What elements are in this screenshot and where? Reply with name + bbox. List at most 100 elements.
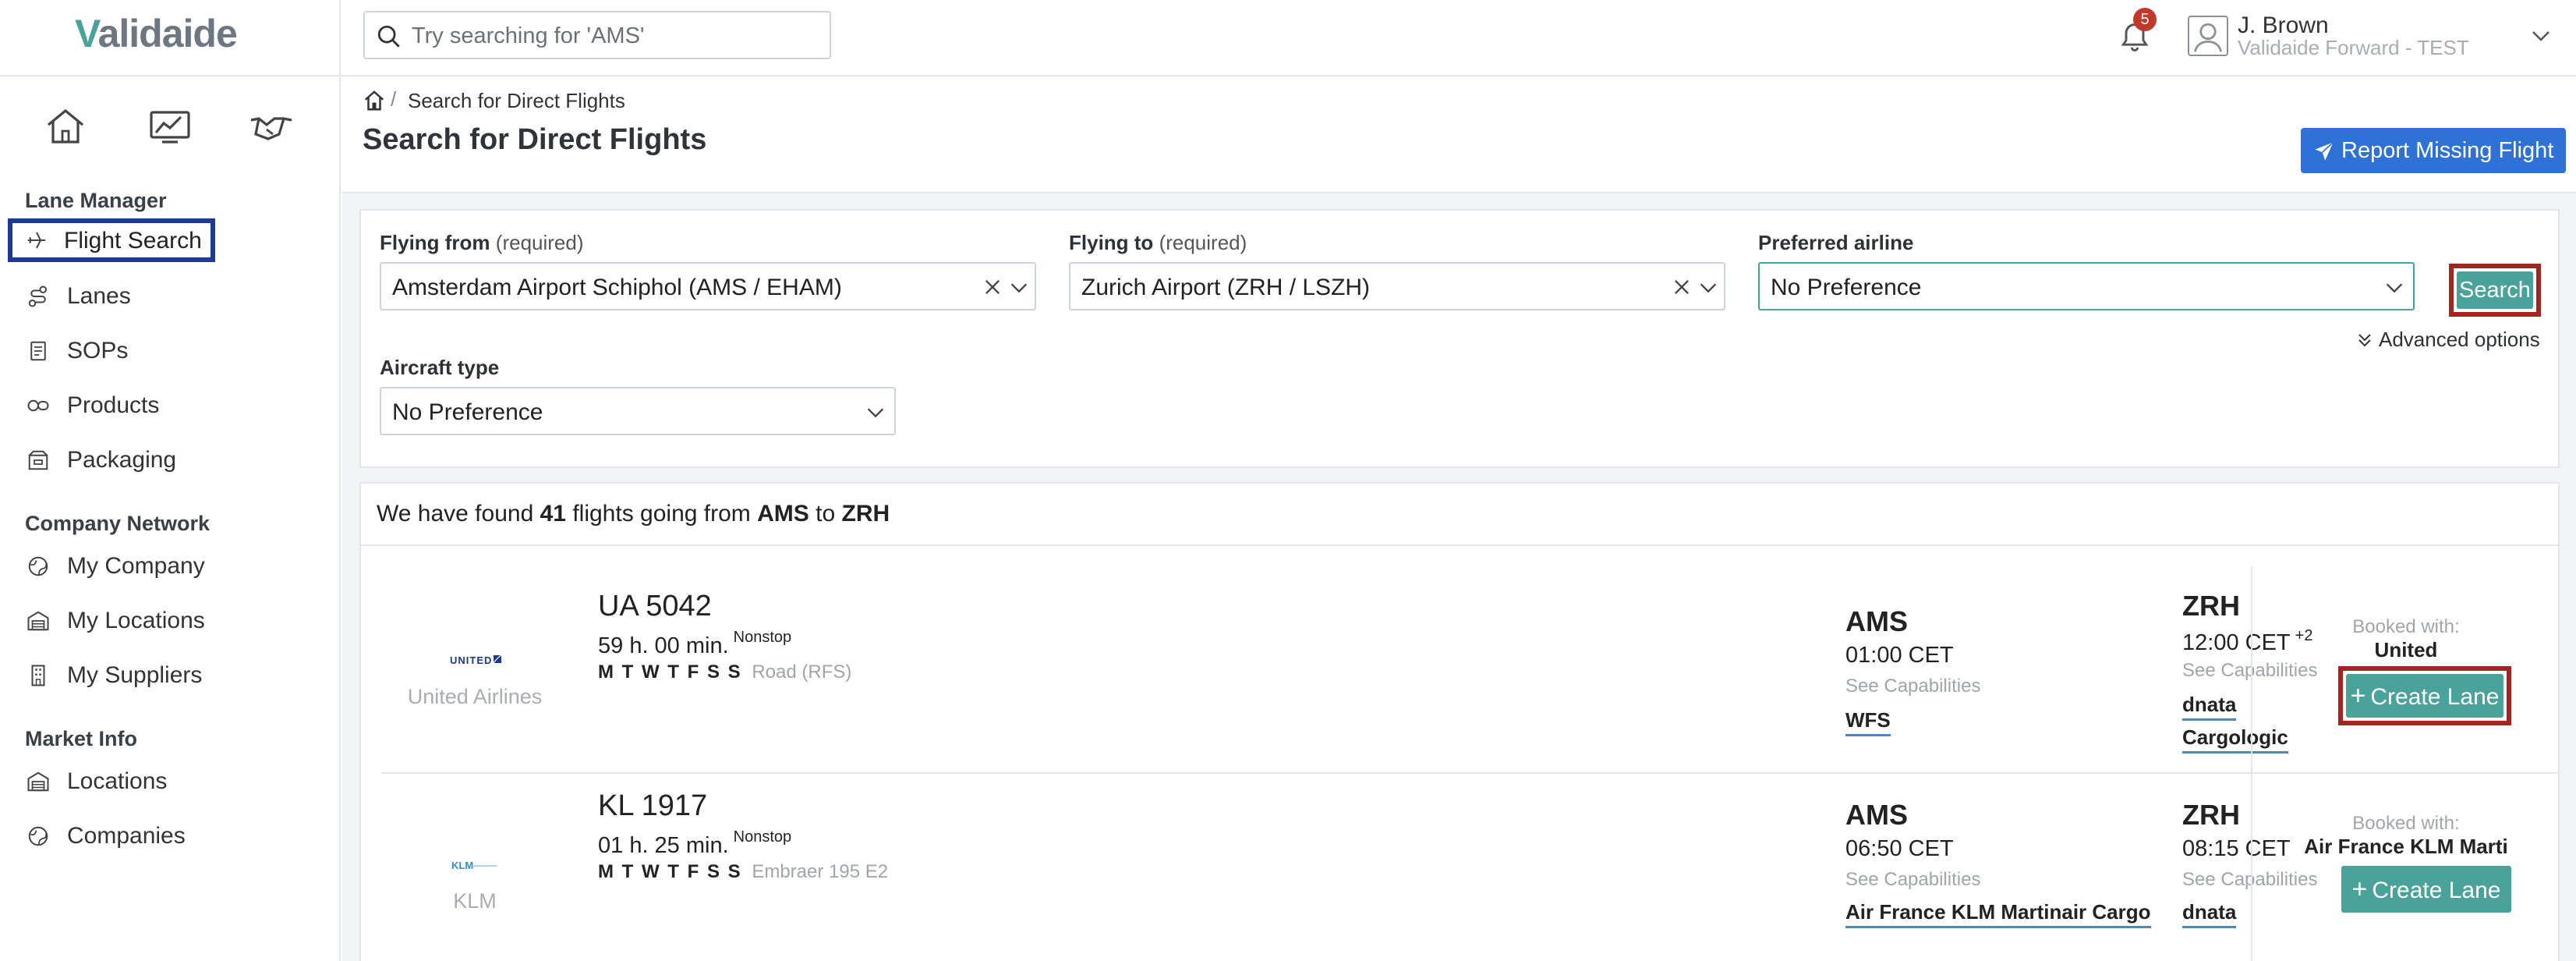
- flight-days: M T W T F S S Road (RFS): [598, 661, 852, 683]
- sidebar-item-label: Flight Search: [64, 228, 202, 254]
- departure-capabilities-link[interactable]: See Capabilities: [1845, 676, 1980, 697]
- flight-duration: 01 h. 25 min. Nonstop: [598, 828, 792, 858]
- handshake-icon[interactable]: [248, 105, 295, 148]
- pills-icon: [27, 399, 49, 412]
- building-icon: [31, 665, 45, 686]
- arrival-capabilities-link[interactable]: See Capabilities: [2182, 660, 2317, 682]
- aircraft-type-label: Aircraft type: [380, 356, 500, 379]
- validaide-logo[interactable]: Validaide: [75, 11, 238, 56]
- sidebar-item-lanes[interactable]: Lanes: [11, 275, 323, 317]
- logo-area: Validaide: [0, 0, 341, 76]
- sidebar-item-my-suppliers[interactable]: My Suppliers: [11, 654, 323, 696]
- arrival-handler-link[interactable]: Cargologic: [2182, 725, 2288, 754]
- warehouse-icon: [27, 611, 49, 631]
- sidebar-item-label: SOPs: [67, 338, 129, 363]
- klm-logo: KLM: [451, 860, 497, 871]
- sidebar-item-label: Companies: [67, 823, 186, 849]
- departure-capabilities-link[interactable]: See Capabilities: [1845, 869, 1980, 891]
- analytics-icon[interactable]: [147, 105, 193, 148]
- aircraft-type-select[interactable]: No Preference: [380, 387, 896, 435]
- section-market-info: Market Info: [25, 727, 138, 750]
- clear-icon[interactable]: [982, 276, 1003, 298]
- report-missing-flight-label: Report Missing Flight: [2341, 138, 2554, 163]
- departure-handler-link[interactable]: WFS: [1845, 708, 1891, 736]
- sidebar-item-label: Locations: [67, 768, 168, 794]
- plus-icon: +: [2351, 874, 2368, 904]
- globe-icon: [28, 826, 48, 846]
- advanced-options-toggle[interactable]: Advanced options: [2355, 328, 2540, 352]
- sidebar-item-label: My Suppliers: [67, 662, 203, 688]
- booked-with-value: Air France KLM Marti: [2304, 835, 2508, 858]
- divider: [361, 544, 2558, 546]
- flight-row: UNITED United Airlines UA 5042 59 h. 00 …: [381, 566, 2558, 774]
- equipment: Road (RFS): [752, 661, 852, 683]
- global-search[interactable]: [363, 11, 831, 59]
- equipment: Embraer 195 E2: [752, 861, 889, 882]
- report-missing-flight-button[interactable]: Report Missing Flight: [2301, 128, 2566, 173]
- chevron-down-icon[interactable]: [2529, 27, 2553, 45]
- arrival-capabilities-link[interactable]: See Capabilities: [2182, 869, 2317, 891]
- chevron-down-icon[interactable]: [865, 404, 886, 421]
- departure-code: AMS: [1845, 605, 1908, 637]
- flight-duration: 59 h. 00 min. Nonstop: [598, 629, 792, 658]
- search-button[interactable]: Search: [2457, 271, 2533, 309]
- clear-icon[interactable]: [1671, 276, 1693, 298]
- booked-with-value: United: [2374, 638, 2438, 661]
- user-avatar-icon[interactable]: [2188, 16, 2228, 56]
- divider: [2251, 566, 2252, 774]
- arrival-handler-link[interactable]: dnata: [2182, 693, 2237, 721]
- create-lane-button[interactable]: + Create Lane: [2341, 866, 2511, 913]
- arrival-code: ZRH: [2182, 590, 2240, 622]
- search-input[interactable]: [412, 20, 817, 51]
- section-lane-manager: Lane Manager: [25, 189, 167, 212]
- flight-days: M T W T F S S Embraer 195 E2: [598, 861, 889, 882]
- sidebar-item-my-company[interactable]: My Company: [11, 544, 323, 587]
- flying-to-select[interactable]: Zurich Airport (ZRH / LSZH): [1069, 262, 1725, 310]
- departure-time: 01:00 CET: [1845, 643, 1954, 668]
- booked-with-label: Booked with:: [2352, 813, 2460, 834]
- departure-handler-link[interactable]: Air France KLM Martinair Cargo: [1845, 900, 2151, 928]
- airline-name: KLM: [453, 889, 497, 913]
- user-name[interactable]: J. Brown: [2238, 12, 2329, 39]
- results-origin: AMS: [757, 501, 809, 527]
- sidebar-item-label: Products: [67, 392, 160, 418]
- sidebar-item-flight-search[interactable]: Flight Search: [8, 218, 215, 262]
- section-company-network: Company Network: [25, 512, 211, 535]
- sidebar-item-sops[interactable]: SOPs: [11, 329, 323, 371]
- search-filters: Flying from (required) Amsterdam Airport…: [359, 209, 2560, 468]
- top-bar: Validaide 5 J. Brown Validaide Forward -…: [0, 0, 2576, 76]
- sidebar-item-companies[interactable]: Companies: [11, 814, 323, 856]
- breadcrumb-current: Search for Direct Flights: [408, 89, 625, 112]
- sidebar-item-packaging[interactable]: Packaging: [11, 438, 323, 480]
- results-summary: We have found 41 flights going from AMS …: [377, 501, 890, 527]
- breadcrumb-separator: /: [391, 87, 397, 111]
- double-chevron-down-icon: [2358, 334, 2371, 347]
- sidebar-item-label: My Locations: [67, 608, 205, 633]
- search-button-highlight: Search: [2449, 264, 2541, 317]
- plane-icon: [27, 232, 46, 249]
- sidebar-item-label: Lanes: [67, 283, 131, 309]
- sidebar-item-locations[interactable]: Locations: [11, 760, 323, 802]
- paper-plane-icon: [2315, 141, 2334, 161]
- divider: [2251, 774, 2252, 961]
- flying-from-select[interactable]: Amsterdam Airport Schiphol (AMS / EHAM): [380, 262, 1036, 310]
- flight-row: KLM KLM KL 1917 01 h. 25 min. Nonstop M T…: [381, 774, 2558, 961]
- arrival-handler-link[interactable]: dnata: [2182, 900, 2237, 928]
- preferred-airline-select[interactable]: No Preference: [1758, 262, 2415, 310]
- sidebar-item-label: My Company: [67, 553, 205, 579]
- document-icon: [30, 341, 46, 361]
- breadcrumb-home-icon[interactable]: [363, 89, 386, 112]
- flight-number: UA 5042: [598, 590, 712, 622]
- create-lane-button[interactable]: + Create Lane: [2346, 674, 2503, 718]
- chevron-down-icon[interactable]: [1697, 279, 1719, 296]
- results-count: 41: [540, 501, 566, 527]
- airline-name: United Airlines: [407, 685, 543, 708]
- sidebar-item-products[interactable]: Products: [11, 384, 323, 426]
- sidebar: Lane Manager Flight Search Lanes SOPs Pr…: [0, 76, 341, 961]
- chevron-down-icon[interactable]: [2383, 279, 2405, 296]
- route-icon: [28, 285, 47, 307]
- sidebar-item-my-locations[interactable]: My Locations: [11, 599, 323, 641]
- home-icon[interactable]: [42, 105, 89, 148]
- chevron-down-icon[interactable]: [1008, 279, 1030, 296]
- sidebar-item-label: Packaging: [67, 447, 177, 473]
